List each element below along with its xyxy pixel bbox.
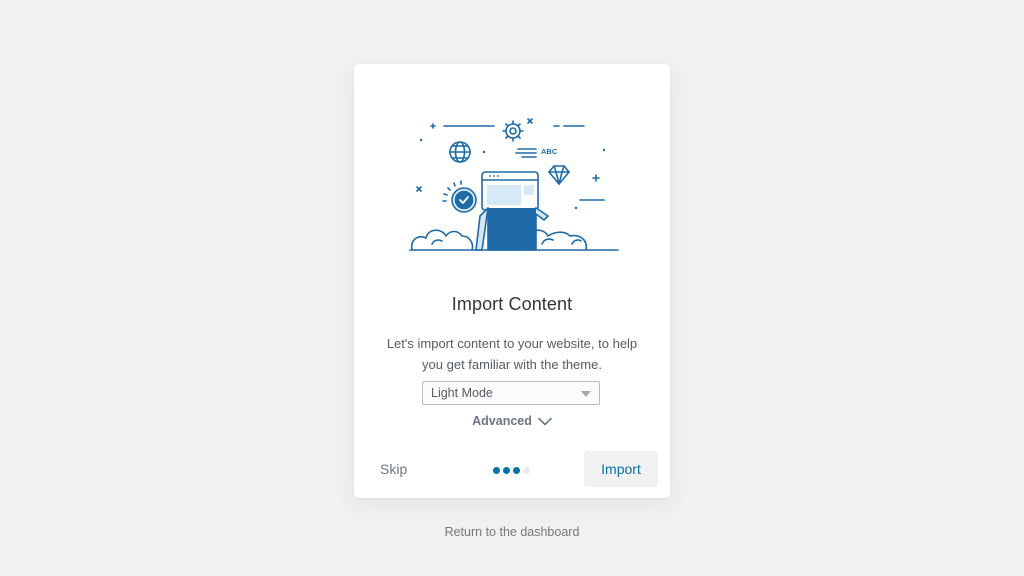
return-to-dashboard-link[interactable]: Return to the dashboard: [0, 525, 1024, 539]
import-button[interactable]: Import: [584, 451, 658, 487]
check-badge-icon: [442, 180, 477, 213]
gear-icon: [502, 120, 524, 142]
step-dot-current: [513, 467, 520, 474]
advanced-toggle[interactable]: Advanced: [354, 414, 670, 428]
diamond-icon: [548, 165, 570, 185]
import-content-illustration: ABC: [409, 118, 619, 251]
globe-icon: [449, 141, 471, 163]
abc-label: ABC: [541, 147, 558, 156]
step-dot-completed: [503, 467, 510, 474]
mode-select[interactable]: Light Mode: [422, 381, 600, 405]
page-title: Import Content: [451, 294, 573, 314]
step-dot-pending: [523, 467, 530, 474]
description-text: Let's import content to your website, to…: [386, 336, 638, 372]
mode-select-value: Light Mode: [431, 386, 493, 400]
skip-button[interactable]: Skip: [380, 461, 407, 477]
chevron-down-icon: [538, 417, 552, 425]
step-indicator: [493, 467, 530, 474]
advanced-label: Advanced: [472, 414, 532, 428]
dropdown-arrow-icon: [581, 391, 591, 397]
step-dot-completed: [493, 467, 500, 474]
import-content-card: ABC Import Content Let's import content …: [354, 64, 670, 498]
